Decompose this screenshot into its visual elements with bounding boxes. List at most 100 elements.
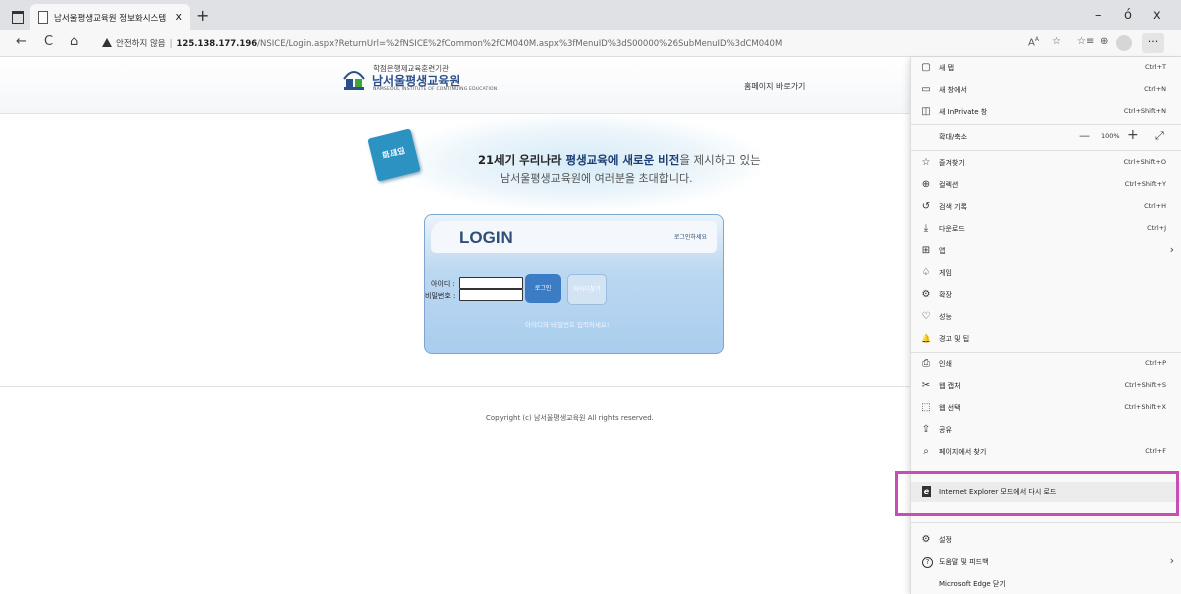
new-tab-icon: ▢: [921, 62, 931, 73]
badge-line-2: 하세요: [381, 146, 407, 162]
performance-icon: ♡: [921, 311, 931, 322]
download-icon: ⤓: [923, 223, 929, 234]
find-id-button[interactable]: 아이디찾기: [567, 274, 607, 305]
menu-item-new-tab[interactable]: ▢ 새 탭 Ctrl+T: [911, 58, 1181, 78]
apps-icon: ⊞: [921, 245, 931, 256]
menu-item-performance[interactable]: ♡ 성능: [911, 307, 1181, 327]
menu-label: 앱: [939, 247, 946, 255]
id-input[interactable]: [459, 277, 523, 289]
minimize-button[interactable]: –: [1095, 8, 1102, 23]
web-page: 학점은행제교육훈련기관 남서울평생교육원 NAMSEOUL INSTITUTE …: [0, 57, 910, 594]
more-icon[interactable]: ···: [1142, 33, 1164, 53]
menu-item-alerts[interactable]: 🔔 경고 및 팁: [911, 329, 1181, 349]
highlight-box: [895, 471, 1179, 516]
settings-icon: ⚙: [921, 534, 931, 545]
menu-item-inprivate[interactable]: ◫ 새 InPrivate 창 Ctrl+Shift+N: [911, 102, 1181, 122]
extensions-icon: ⚙: [921, 289, 931, 300]
login-box: LOGIN 로그인하세요 아이디 : 비밀번호 : 로그인 아이디찾기 아이디와…: [424, 214, 724, 354]
menu-shortcut: Ctrl+F: [1145, 447, 1166, 455]
slogan-part-a: 21세기 우리나라: [478, 153, 566, 167]
logo-sub-text: NAMSEOUL INSTITUTE OF CONTINUING EDUCATI…: [373, 87, 498, 92]
favorites-icon[interactable]: ☆≡: [1077, 36, 1094, 47]
menu-item-favorites[interactable]: ☆ 즐겨찾기 Ctrl+Shift+O: [911, 153, 1181, 173]
tab-close-button[interactable]: x: [175, 10, 182, 23]
zoom-in-button[interactable]: +: [1127, 127, 1139, 143]
menu-divider: [911, 522, 1181, 523]
menu-item-web-select[interactable]: ⬚ 웹 선택 Ctrl+Shift+X: [911, 398, 1181, 418]
profile-icon[interactable]: [1116, 35, 1132, 51]
menu-label: 즐겨찾기: [939, 159, 965, 167]
menu-label: 새 탭: [939, 64, 955, 72]
tab-actions-icon[interactable]: [12, 11, 24, 24]
menu-shortcut: Ctrl+Shift+Y: [1124, 180, 1166, 188]
login-hint: 로그인하세요: [673, 234, 707, 241]
menu-shortcut: Ctrl+H: [1144, 202, 1166, 210]
menu-item-help[interactable]: ? 도움말 및 피드백 ›: [911, 552, 1181, 572]
menu-label: 확장: [939, 291, 952, 299]
close-window-button[interactable]: x: [1153, 8, 1161, 23]
address-field[interactable]: 안전하지 않음 | 125.138.177.196/NSICE/Login.aspx…: [102, 37, 782, 49]
menu-item-history[interactable]: ↺ 검색 기록 Ctrl+H: [911, 197, 1181, 217]
inprivate-icon: ◫: [921, 106, 931, 117]
menu-label: 웹 선택: [939, 404, 961, 412]
chevron-right-icon: ›: [1169, 554, 1174, 567]
menu-label: 새 창에서: [939, 86, 967, 94]
new-window-icon: ▭: [921, 84, 931, 95]
menu-item-close-edge[interactable]: Microsoft Edge 닫기: [911, 574, 1181, 594]
menu-shortcut: Ctrl+J: [1147, 224, 1166, 232]
new-tab-button[interactable]: +: [196, 6, 209, 25]
menu-label: 확대/축소: [939, 133, 968, 141]
menu-item-games[interactable]: ♤ 게임: [911, 263, 1181, 283]
collections-icon[interactable]: ⊕: [1100, 36, 1108, 47]
refresh-button[interactable]: C: [44, 34, 53, 49]
password-label: 비밀번호 :: [425, 292, 456, 300]
home-button[interactable]: ⌂: [70, 34, 78, 49]
menu-item-apps[interactable]: ⊞ 앱 ›: [911, 241, 1181, 261]
menu-label: 컬렉션: [939, 181, 959, 189]
read-aloud-icon[interactable]: AA: [1028, 36, 1039, 48]
page-icon: [38, 11, 48, 24]
maximize-button[interactable]: ó: [1124, 8, 1132, 23]
id-label: 아이디 :: [431, 280, 455, 288]
menu-label: Microsoft Edge 닫기: [939, 580, 1006, 588]
back-button[interactable]: ←: [16, 34, 27, 49]
security-warning-text[interactable]: 안전하지 않음: [116, 39, 166, 49]
zoom-out-button[interactable]: —: [1079, 129, 1090, 142]
menu-label: 게임: [939, 269, 952, 277]
slogan-line-1: 21세기 우리나라 평생교육에 새로운 비전을 제시하고 있는: [478, 152, 761, 168]
tab-active[interactable]: 남서울평생교육원 정보화시스템 x: [30, 4, 190, 30]
menu-label: 인쇄: [939, 360, 952, 368]
fullscreen-icon[interactable]: ⤢: [1155, 129, 1164, 143]
slogan-part-b: 평생교육에 새로운 비전: [565, 153, 680, 167]
menu-item-collections[interactable]: ⊕ 컬렉션 Ctrl+Shift+Y: [911, 175, 1181, 195]
share-icon: ⇪: [921, 424, 931, 435]
menu-item-new-window[interactable]: ▭ 새 창에서 Ctrl+N: [911, 80, 1181, 100]
menu-divider: [911, 150, 1181, 151]
login-button[interactable]: 로그인: [525, 274, 561, 303]
menu-item-settings[interactable]: ⚙ 설정: [911, 530, 1181, 550]
menu-item-web-capture[interactable]: ✂ 웹 캡처 Ctrl+Shift+S: [911, 376, 1181, 396]
menu-label: 다운로드: [939, 225, 965, 233]
logo-icon: [343, 71, 365, 90]
address-bar-row: ← C ⌂ 안전하지 않음 | 125.138.177.196/NSICE/Logi…: [0, 30, 1181, 57]
menu-item-zoom: 확대/축소 — 100% + ⤢: [911, 127, 1181, 147]
site-header: 학점은행제교육훈련기관 남서울평생교육원 NAMSEOUL INSTITUTE …: [0, 57, 910, 114]
menu-item-print[interactable]: ⎙ 인쇄 Ctrl+P: [911, 354, 1181, 374]
menu-shortcut: Ctrl+Shift+N: [1123, 107, 1166, 115]
menu-item-find[interactable]: ⌕ 페이지에서 찾기 Ctrl+F: [911, 442, 1181, 462]
menu-label: 페이지에서 찾기: [939, 448, 987, 456]
login-header: LOGIN 로그인하세요: [431, 221, 717, 253]
favorite-add-icon[interactable]: ☆: [1052, 36, 1061, 47]
password-input[interactable]: [459, 289, 523, 301]
menu-label: 설정: [939, 536, 952, 544]
menu-item-share[interactable]: ⇪ 공유: [911, 420, 1181, 440]
url-path: /NSICE/Login.aspx?ReturnUrl=%2fNSICE%2fC…: [257, 39, 783, 49]
history-icon: ↺: [921, 201, 931, 212]
menu-item-downloads[interactable]: ⤓ 다운로드 Ctrl+J: [911, 219, 1181, 239]
menu-item-extensions[interactable]: ⚙ 확장: [911, 285, 1181, 305]
homepage-link[interactable]: 홈페이지 바로가기: [744, 81, 805, 92]
tab-title: 남서울평생교육원 정보화시스템: [54, 14, 167, 24]
web-capture-icon: ✂: [921, 380, 931, 391]
warning-icon: [102, 38, 112, 47]
tab-bar: 남서울평생교육원 정보화시스템 x + – ó x: [0, 0, 1181, 30]
